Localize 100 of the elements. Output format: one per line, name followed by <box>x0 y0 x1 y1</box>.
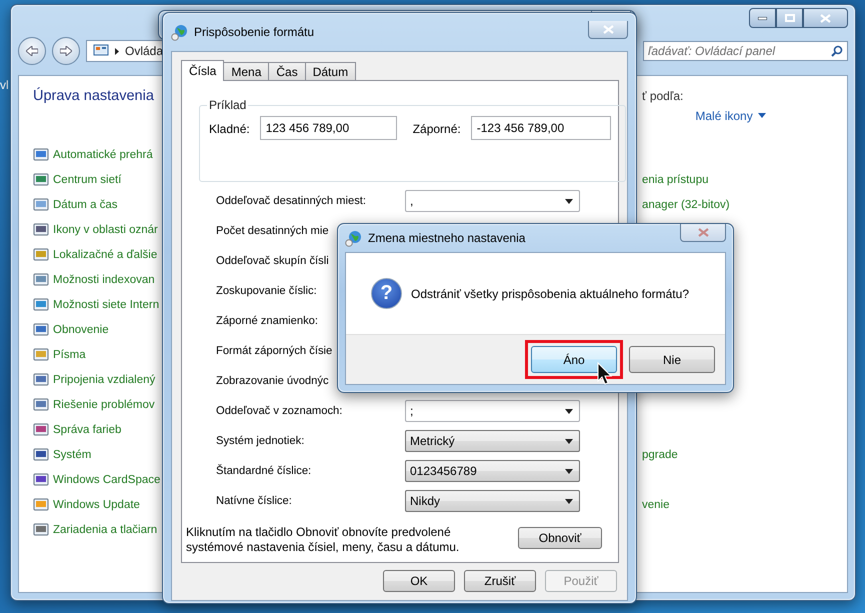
control-panel-link[interactable]: Lokalizačné a ďalšie <box>33 242 169 267</box>
setting-label: Oddeľovač desatinných miest: <box>216 195 368 207</box>
setting-dropdown[interactable]: Nikdy <box>405 490 580 512</box>
setting-label: Systém jednotiek: <box>216 435 306 447</box>
dialog-button[interactable]: Zrušiť <box>464 570 536 592</box>
control-panel-link[interactable]: Ikony v oblasti oznár <box>33 217 169 242</box>
close-button[interactable] <box>588 21 628 39</box>
applet-icon <box>33 146 49 162</box>
setting-dropdown[interactable]: ; <box>405 400 580 422</box>
field-label: Kladné: <box>209 121 250 136</box>
setting-label: Záporné znamienko: <box>216 315 318 327</box>
desktop-icon-label: vl <box>0 78 9 92</box>
message-text: Odstrániť všetky prispôsobenia aktuálneho formátu? <box>411 286 689 300</box>
setting-dropdown[interactable]: Metrický <box>405 430 580 452</box>
control-panel-link[interactable]: Automatické prehrá <box>33 142 169 167</box>
applet-icon <box>33 422 49 438</box>
close-icon <box>820 14 831 22</box>
dropdown-arrow-icon <box>565 438 573 444</box>
control-panel-link[interactable]: Možnosti siete Intern <box>33 292 169 317</box>
globe-icon <box>345 230 362 246</box>
back-arrow-icon <box>26 46 38 56</box>
dialog-title: Zmena miestneho nastavenia <box>368 231 526 245</box>
page-heading: Úprava nastavenia <box>32 86 155 106</box>
applet-icon <box>33 372 49 388</box>
dropdown-arrow-icon <box>565 498 573 504</box>
globe-icon <box>171 24 188 40</box>
maximize-button[interactable] <box>776 8 803 28</box>
control-panel-icon <box>93 44 109 58</box>
group-label: Príklad <box>208 98 248 112</box>
applet-icon <box>33 396 49 412</box>
maximize-icon <box>784 14 794 22</box>
control-panel-link[interactable]: Možnosti indexovan <box>33 267 169 292</box>
setting-label: Formát záporných čísie <box>216 345 332 357</box>
setting-label: Oddeľovač v zoznamoch: <box>216 405 344 417</box>
search-icon <box>831 45 843 57</box>
control-panel-link[interactable]: venie <box>642 492 847 517</box>
control-panel-link[interactable]: Písma <box>33 342 169 367</box>
setting-dropdown[interactable]: , <box>405 190 580 212</box>
setting-dropdown[interactable]: 0123456789 <box>405 460 580 482</box>
mouse-pointer-icon <box>597 362 613 386</box>
control-panel-link[interactable]: Windows CardSpace <box>33 467 169 492</box>
dropdown-arrow-icon <box>565 408 573 414</box>
question-icon: ? <box>371 278 402 309</box>
example-field: -123 456 789,00 <box>470 116 611 140</box>
control-panel-link[interactable]: Zariadenia a tlačiarn <box>33 517 169 542</box>
control-panel-link[interactable]: Centrum sietí <box>33 167 169 192</box>
minimize-button[interactable] <box>749 8 776 28</box>
control-panel-link[interactable]: anager (32-bitov) <box>642 192 847 217</box>
control-panel-link[interactable]: Systém <box>33 442 169 467</box>
search-field[interactable]: ľadávať: Ovládací panel <box>643 41 848 61</box>
dialog-button[interactable]: Áno <box>531 346 617 373</box>
reset-note: Kliknutím na tlačidlo Obnoviť obnovíte predvolené systémové nastavenia čísiel, meny, času a dátumu. <box>186 525 460 555</box>
applet-icon <box>33 172 49 188</box>
applet-icon <box>33 296 49 312</box>
close-icon <box>602 25 614 34</box>
control-panel-link[interactable]: Pripojenia vzdialený <box>33 367 169 392</box>
close-icon <box>698 228 708 237</box>
tab[interactable]: Čas <box>268 62 306 80</box>
minimize-icon <box>758 16 767 20</box>
applet-icon <box>33 522 49 538</box>
control-panel-link[interactable]: Dátum a čas <box>33 192 169 217</box>
control-panel-link[interactable]: Windows Update <box>33 492 169 517</box>
applet-icon <box>33 496 49 512</box>
view-mode-link[interactable]: Malé ikony <box>695 89 766 142</box>
field-label: Záporné: <box>412 121 461 136</box>
setting-label: Oddeľovač skupín čísli <box>216 255 329 267</box>
applet-icon <box>33 246 49 262</box>
applet-icon <box>33 272 49 288</box>
control-panel-link[interactable]: Riešenie problémov <box>33 392 169 417</box>
setting-label: Natívne číslice: <box>216 495 293 507</box>
view-by-label: ť podľa: <box>642 89 684 105</box>
control-panel-link[interactable]: Správa farieb <box>33 417 169 442</box>
example-field: 123 456 789,00 <box>260 116 397 140</box>
setting-label: Zobrazovanie úvodnýc <box>216 375 329 387</box>
control-panel-link[interactable]: Obnovenie <box>33 317 169 342</box>
dropdown-arrow-icon <box>758 113 766 118</box>
control-panel-link[interactable]: enia prístupu <box>642 167 847 192</box>
forward-button[interactable] <box>52 37 80 65</box>
setting-label: Zoskupovanie číslic: <box>216 285 317 297</box>
forward-arrow-icon <box>60 46 72 56</box>
breadcrumb-arrow-icon <box>115 48 119 54</box>
control-panel-link[interactable]: pgrade <box>642 442 847 467</box>
setting-label: Štandardné číslice: <box>216 465 312 477</box>
setting-label: Počet desatinných mie <box>216 225 329 237</box>
tab[interactable]: Mena <box>223 62 270 80</box>
close-button[interactable] <box>803 8 848 28</box>
dialog-button[interactable]: OK <box>383 570 455 592</box>
applet-icon <box>33 196 49 212</box>
dialog-button[interactable]: Nie <box>629 346 715 373</box>
applet-icon <box>33 472 49 488</box>
tab[interactable]: Čísla <box>181 60 224 81</box>
applet-icon <box>33 346 49 362</box>
back-button[interactable] <box>18 37 46 65</box>
reset-button[interactable]: Obnoviť <box>518 527 602 549</box>
applet-icon <box>33 222 49 238</box>
dropdown-arrow-icon <box>565 198 573 204</box>
tab[interactable]: Dátum <box>304 62 356 80</box>
dropdown-arrow-icon <box>565 468 573 474</box>
dialog-title: Prispôsobenie formátu <box>194 25 314 39</box>
address-text: Ovláda <box>125 44 164 58</box>
